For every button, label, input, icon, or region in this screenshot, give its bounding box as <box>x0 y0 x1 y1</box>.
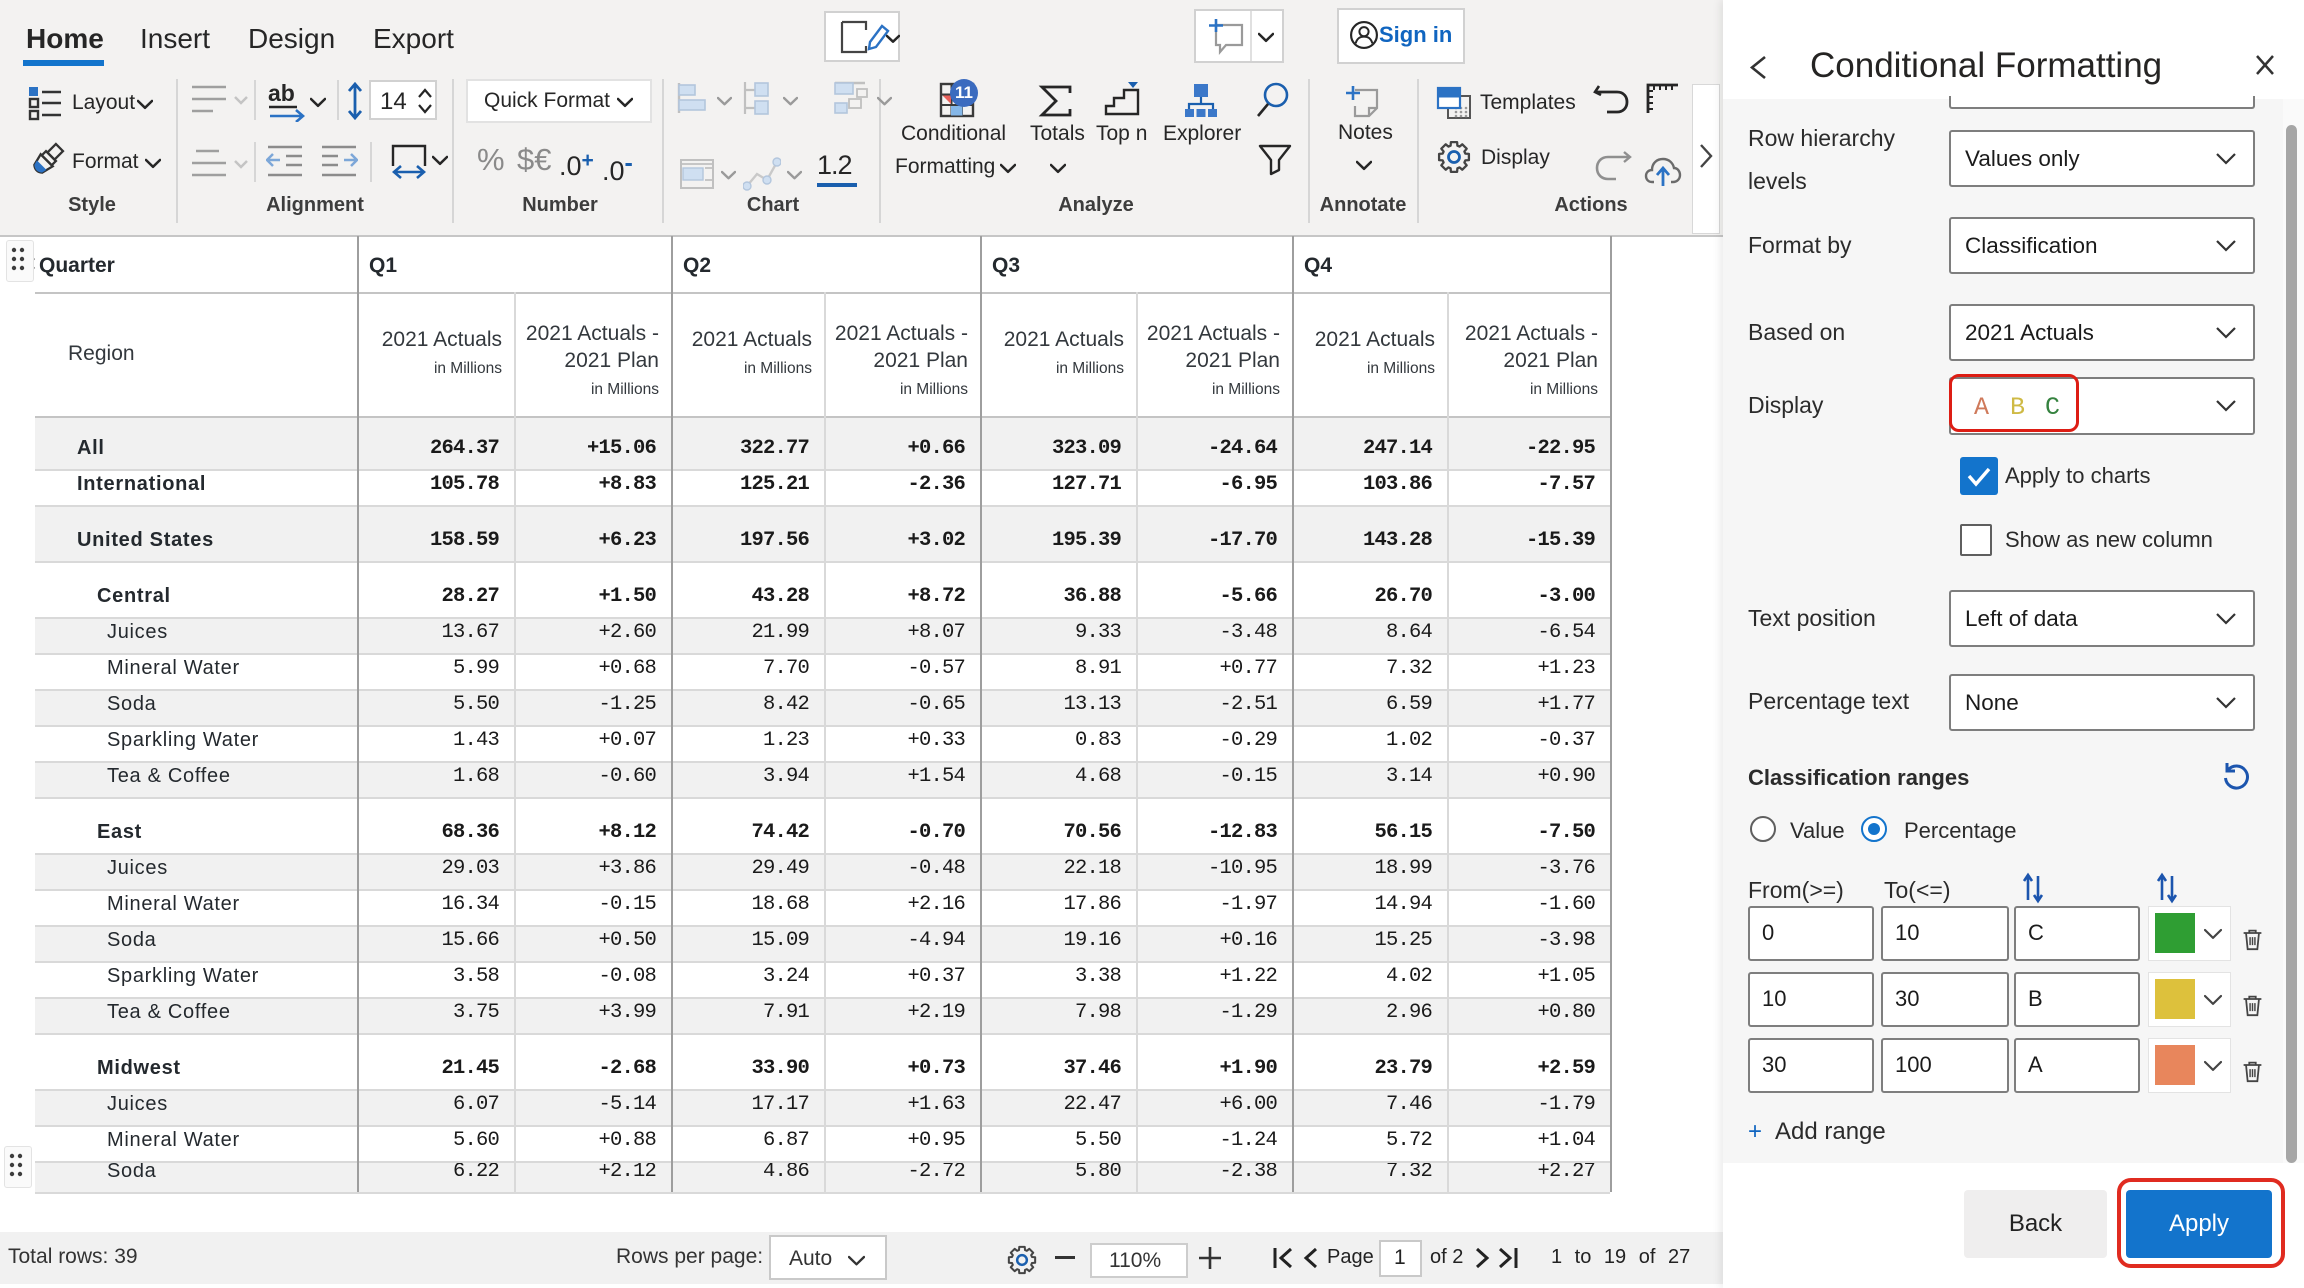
svg-text:ab: ab <box>268 84 295 106</box>
